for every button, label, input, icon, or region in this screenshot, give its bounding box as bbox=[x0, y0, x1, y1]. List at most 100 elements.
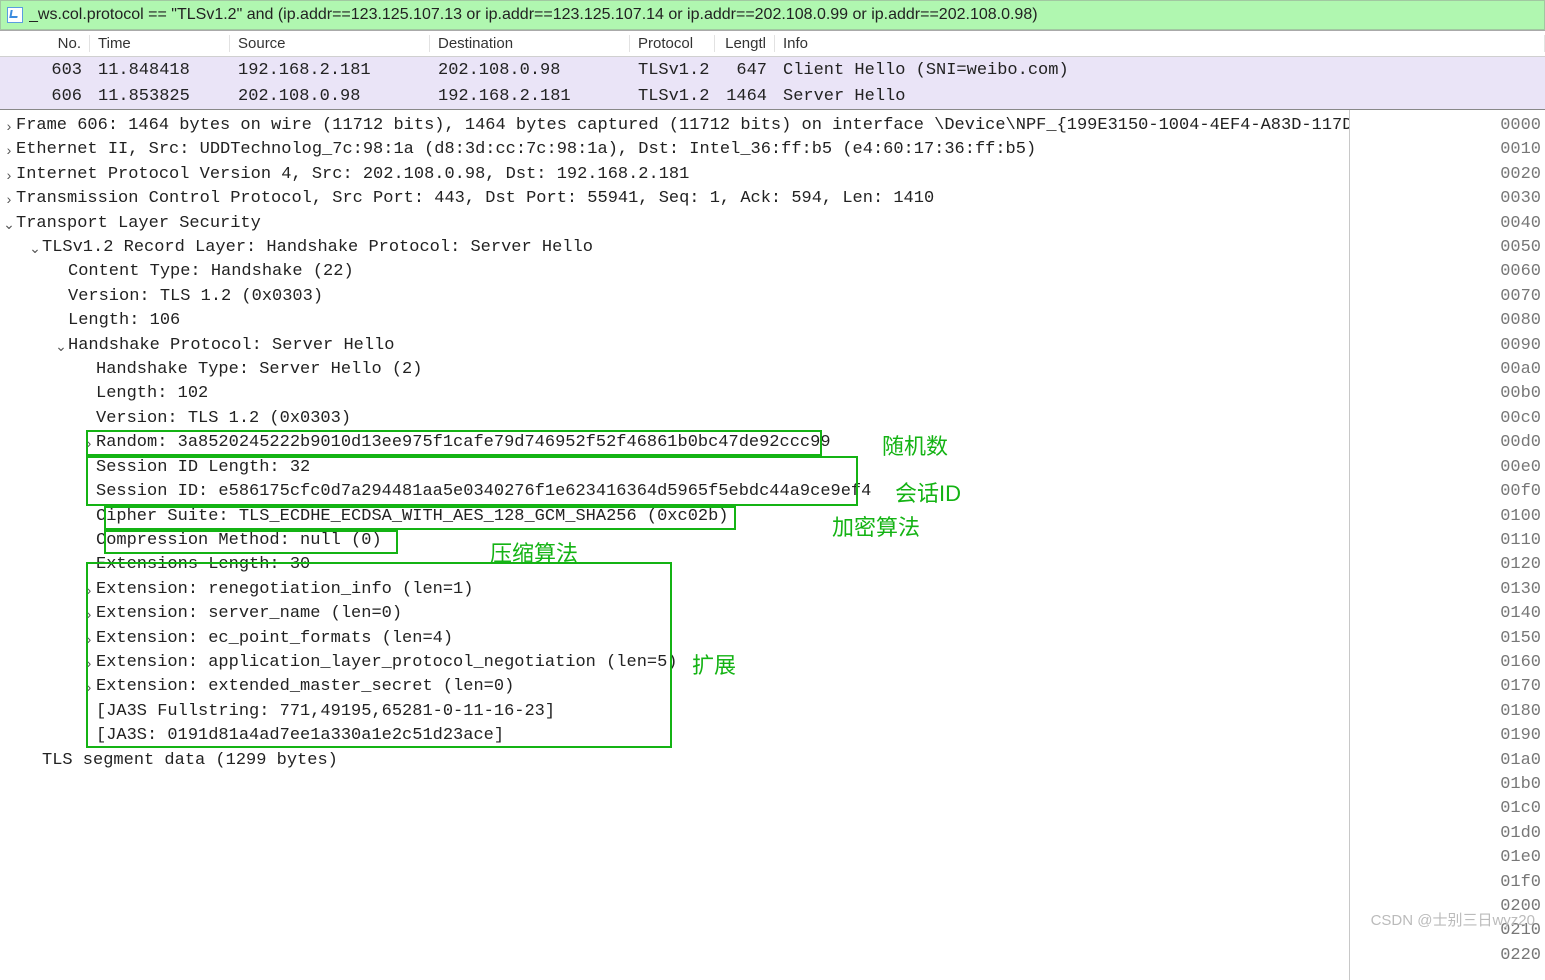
hex-offset: 0040 bbox=[1350, 212, 1541, 236]
cell-len: 1464 bbox=[715, 87, 775, 106]
tree-record-layer[interactable]: ⌄TLSv1.2 Record Layer: Handshake Protoco… bbox=[2, 236, 1349, 260]
expand-icon[interactable]: › bbox=[82, 627, 96, 651]
hex-offset: 00b0 bbox=[1350, 382, 1541, 406]
cell-no: 603 bbox=[0, 61, 90, 80]
tree-hs-version[interactable]: Version: TLS 1.2 (0x0303) bbox=[2, 407, 1349, 431]
cell-time: 11.848418 bbox=[90, 61, 230, 80]
hex-offset: 00d0 bbox=[1350, 431, 1541, 455]
hex-offset: 0090 bbox=[1350, 334, 1541, 358]
tree-session-id-length[interactable]: Session ID Length: 32 bbox=[2, 456, 1349, 480]
display-filter-bar[interactable] bbox=[0, 0, 1545, 30]
hex-offset: 0060 bbox=[1350, 260, 1541, 284]
col-no[interactable]: No. bbox=[0, 35, 90, 52]
hex-offset: 00e0 bbox=[1350, 456, 1541, 480]
bookmark-icon[interactable] bbox=[7, 7, 23, 23]
hex-offset: 0100 bbox=[1350, 505, 1541, 529]
packet-row[interactable]: 606 11.853825 202.108.0.98 192.168.2.181… bbox=[0, 83, 1545, 109]
tree-compression[interactable]: Compression Method: null (0) bbox=[2, 529, 1349, 553]
tree-random[interactable]: ›Random: 3a8520245222b9010d13ee975f1cafe… bbox=[2, 431, 1349, 455]
collapse-icon[interactable]: ⌄ bbox=[2, 212, 16, 236]
expand-icon[interactable]: › bbox=[2, 163, 16, 187]
expand-icon[interactable]: › bbox=[2, 114, 16, 138]
col-prot[interactable]: Protocol bbox=[630, 35, 715, 52]
tree-ext-ec-point[interactable]: ›Extension: ec_point_formats (len=4) bbox=[2, 627, 1349, 651]
tree-tls-segment[interactable]: TLS segment data (1299 bytes) bbox=[2, 749, 1349, 773]
hex-offset: 01e0 bbox=[1350, 846, 1541, 870]
tree-ext-server-name[interactable]: ›Extension: server_name (len=0) bbox=[2, 602, 1349, 626]
hex-offset: 01c0 bbox=[1350, 797, 1541, 821]
cell-time: 11.853825 bbox=[90, 87, 230, 106]
hex-offset: 0160 bbox=[1350, 651, 1541, 675]
cell-prot: TLSv1.2 bbox=[630, 87, 715, 106]
expand-icon[interactable]: › bbox=[82, 675, 96, 699]
hex-offset: 0180 bbox=[1350, 700, 1541, 724]
tree-ja3s-full[interactable]: [JA3S Fullstring: 771,49195,65281-0-11-1… bbox=[2, 700, 1349, 724]
expand-icon[interactable]: › bbox=[82, 431, 96, 455]
hex-offset: 0080 bbox=[1350, 309, 1541, 333]
cell-len: 647 bbox=[715, 61, 775, 80]
hex-offset: 0170 bbox=[1350, 675, 1541, 699]
annotation-random: 随机数 bbox=[882, 429, 948, 461]
packet-list: No. Time Source Destination Protocol Len… bbox=[0, 30, 1545, 109]
tree-session-id[interactable]: Session ID: e586175cfc0d7a294481aa5e0340… bbox=[2, 480, 1349, 504]
tree-frame[interactable]: ›Frame 606: 1464 bytes on wire (11712 bi… bbox=[2, 114, 1349, 138]
collapse-icon[interactable]: ⌄ bbox=[54, 334, 68, 358]
tree-extensions-length[interactable]: Extensions Length: 30 bbox=[2, 553, 1349, 577]
hex-offset: 0050 bbox=[1350, 236, 1541, 260]
hex-offset: 00f0 bbox=[1350, 480, 1541, 504]
hex-offset: 0130 bbox=[1350, 578, 1541, 602]
hex-offset: 01d0 bbox=[1350, 822, 1541, 846]
hex-offset: 0020 bbox=[1350, 163, 1541, 187]
hex-offset: 0220 bbox=[1350, 944, 1541, 968]
packet-list-header: No. Time Source Destination Protocol Len… bbox=[0, 31, 1545, 57]
expand-icon[interactable]: › bbox=[82, 651, 96, 675]
hex-offset: 00c0 bbox=[1350, 407, 1541, 431]
hex-offset: 0070 bbox=[1350, 285, 1541, 309]
cell-src: 192.168.2.181 bbox=[230, 61, 430, 80]
packet-details-tree[interactable]: ›Frame 606: 1464 bytes on wire (11712 bi… bbox=[0, 110, 1350, 980]
expand-icon[interactable]: › bbox=[2, 187, 16, 211]
col-time[interactable]: Time bbox=[90, 35, 230, 52]
packet-row[interactable]: 603 11.848418 192.168.2.181 202.108.0.98… bbox=[0, 57, 1545, 83]
hex-offset: 01a0 bbox=[1350, 749, 1541, 773]
hex-offset: 0030 bbox=[1350, 187, 1541, 211]
annotation-cipher: 加密算法 bbox=[832, 510, 920, 542]
tree-tcp[interactable]: ›Transmission Control Protocol, Src Port… bbox=[2, 187, 1349, 211]
annotation-ext: 扩展 bbox=[692, 648, 736, 680]
tree-version[interactable]: Version: TLS 1.2 (0x0303) bbox=[2, 285, 1349, 309]
tree-cipher-suite[interactable]: Cipher Suite: TLS_ECDHE_ECDSA_WITH_AES_1… bbox=[2, 505, 1349, 529]
tree-handshake[interactable]: ⌄Handshake Protocol: Server Hello bbox=[2, 334, 1349, 358]
hex-offset: 0000 bbox=[1350, 114, 1541, 138]
cell-prot: TLSv1.2 bbox=[630, 61, 715, 80]
col-src[interactable]: Source bbox=[230, 35, 430, 52]
collapse-icon[interactable]: ⌄ bbox=[28, 236, 42, 260]
col-len[interactable]: Lengtl bbox=[715, 35, 775, 52]
tree-ext-master-secret[interactable]: ›Extension: extended_master_secret (len=… bbox=[2, 675, 1349, 699]
tree-hs-type[interactable]: Handshake Type: Server Hello (2) bbox=[2, 358, 1349, 382]
hex-offset: 0140 bbox=[1350, 602, 1541, 626]
cell-info: Server Hello bbox=[775, 87, 1545, 106]
expand-icon[interactable]: › bbox=[82, 578, 96, 602]
hex-offset: 01f0 bbox=[1350, 871, 1541, 895]
packet-bytes-pane[interactable]: 0000 0010 0020 0030 0040 0050 0060 0070 … bbox=[1350, 110, 1545, 980]
cell-no: 606 bbox=[0, 87, 90, 106]
annotation-session: 会话ID bbox=[895, 476, 961, 508]
tree-ext-renegotiation[interactable]: ›Extension: renegotiation_info (len=1) bbox=[2, 578, 1349, 602]
expand-icon[interactable]: › bbox=[82, 602, 96, 626]
tree-ethernet[interactable]: ›Ethernet II, Src: UDDTechnolog_7c:98:1a… bbox=[2, 138, 1349, 162]
annotation-compress: 压缩算法 bbox=[490, 536, 578, 568]
filter-input[interactable] bbox=[29, 6, 1538, 24]
expand-icon[interactable]: › bbox=[2, 138, 16, 162]
tree-tls[interactable]: ⌄Transport Layer Security bbox=[2, 212, 1349, 236]
tree-content-type[interactable]: Content Type: Handshake (22) bbox=[2, 260, 1349, 284]
tree-ja3s[interactable]: [JA3S: 0191d81a4ad7ee1a330a1e2c51d23ace] bbox=[2, 724, 1349, 748]
col-info[interactable]: Info bbox=[775, 35, 1545, 52]
tree-length[interactable]: Length: 106 bbox=[2, 309, 1349, 333]
hex-offset: 0120 bbox=[1350, 553, 1541, 577]
col-dst[interactable]: Destination bbox=[430, 35, 630, 52]
cell-info: Client Hello (SNI=weibo.com) bbox=[775, 61, 1545, 80]
tree-ext-alpn[interactable]: ›Extension: application_layer_protocol_n… bbox=[2, 651, 1349, 675]
cell-dst: 192.168.2.181 bbox=[430, 87, 630, 106]
tree-hs-length[interactable]: Length: 102 bbox=[2, 382, 1349, 406]
tree-ip[interactable]: ›Internet Protocol Version 4, Src: 202.1… bbox=[2, 163, 1349, 187]
